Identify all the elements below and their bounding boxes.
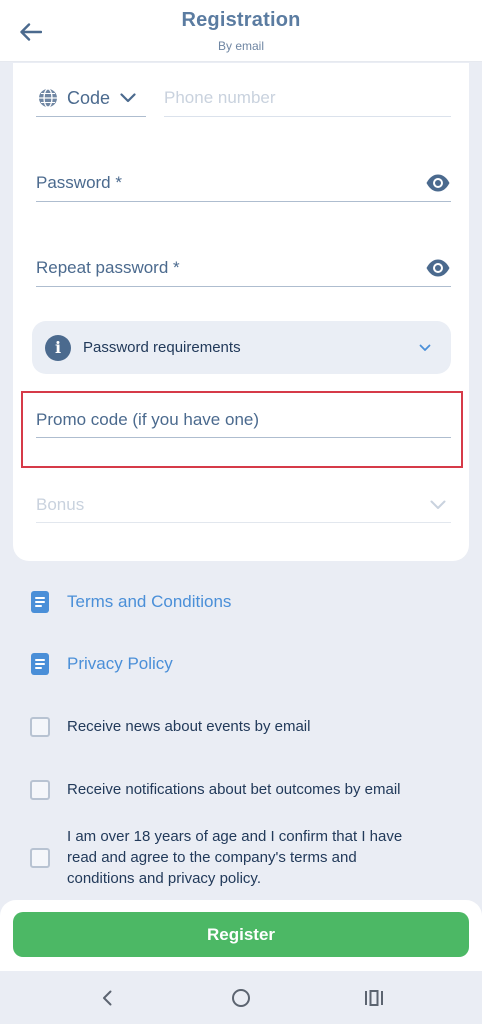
nav-home-button[interactable] bbox=[226, 985, 256, 1011]
app-header: Registration By email bbox=[0, 0, 482, 62]
country-code-select[interactable]: Code bbox=[36, 80, 146, 117]
nav-recents-button[interactable] bbox=[359, 985, 389, 1011]
promo-code-input[interactable]: Promo code (if you have one) bbox=[36, 403, 451, 438]
nav-recents-icon bbox=[365, 990, 383, 1006]
promo-code-label: Promo code (if you have one) bbox=[36, 410, 260, 429]
page-subtitle: By email bbox=[217, 39, 264, 53]
password-requirements-toggle[interactable]: i Password requirements bbox=[32, 321, 451, 374]
info-icon: i bbox=[45, 334, 71, 361]
registration-form-card bbox=[13, 63, 469, 561]
page-title: Registration bbox=[181, 9, 301, 31]
notifications-checkbox-row: Receive notifications about bet outcomes… bbox=[30, 779, 401, 800]
bonus-placeholder: Bonus bbox=[36, 495, 85, 514]
news-checkbox[interactable] bbox=[30, 716, 50, 737]
phone-number-placeholder: Phone number bbox=[164, 88, 276, 107]
phone-number-input[interactable]: Phone number bbox=[164, 80, 451, 117]
terms-link[interactable]: Terms and Conditions bbox=[31, 590, 231, 614]
terms-link-label: Terms and Conditions bbox=[67, 592, 232, 611]
privacy-link[interactable]: Privacy Policy bbox=[31, 652, 173, 676]
news-checkbox-label: Receive news about events by email bbox=[67, 718, 311, 735]
notifications-checkbox-label: Receive notifications about bet outcomes… bbox=[67, 781, 401, 798]
document-icon bbox=[31, 591, 49, 613]
password-label: Password * bbox=[36, 173, 122, 192]
bonus-select[interactable]: Bonus bbox=[36, 488, 451, 523]
system-navigation-bar bbox=[0, 971, 482, 1024]
password-field[interactable]: Password * bbox=[36, 165, 451, 202]
age-checkbox-label: I am over 18 years of age and I confirm … bbox=[67, 828, 403, 887]
nav-back-icon bbox=[103, 990, 112, 1006]
chevron-down-icon bbox=[120, 93, 136, 103]
country-code-label: Code bbox=[67, 87, 111, 108]
nav-home-icon bbox=[232, 989, 250, 1007]
globe-icon bbox=[39, 88, 57, 108]
chevron-down-icon bbox=[419, 344, 431, 351]
password-requirements-label: Password requirements bbox=[83, 339, 241, 356]
news-checkbox-row: Receive news about events by email bbox=[30, 716, 310, 737]
privacy-link-label: Privacy Policy bbox=[67, 654, 173, 673]
nav-back-button[interactable] bbox=[92, 985, 122, 1011]
age-checkbox[interactable] bbox=[30, 847, 50, 868]
chevron-down-icon bbox=[430, 500, 446, 509]
age-checkbox-row: I am over 18 years of age and I confirm … bbox=[30, 826, 427, 889]
repeat-password-label: Repeat password * bbox=[36, 258, 180, 277]
document-icon bbox=[31, 653, 49, 675]
eye-icon[interactable] bbox=[425, 173, 451, 193]
notifications-checkbox[interactable] bbox=[30, 779, 50, 800]
register-button[interactable]: Register bbox=[13, 912, 469, 957]
eye-icon[interactable] bbox=[425, 258, 451, 278]
repeat-password-field[interactable]: Repeat password * bbox=[36, 250, 451, 287]
